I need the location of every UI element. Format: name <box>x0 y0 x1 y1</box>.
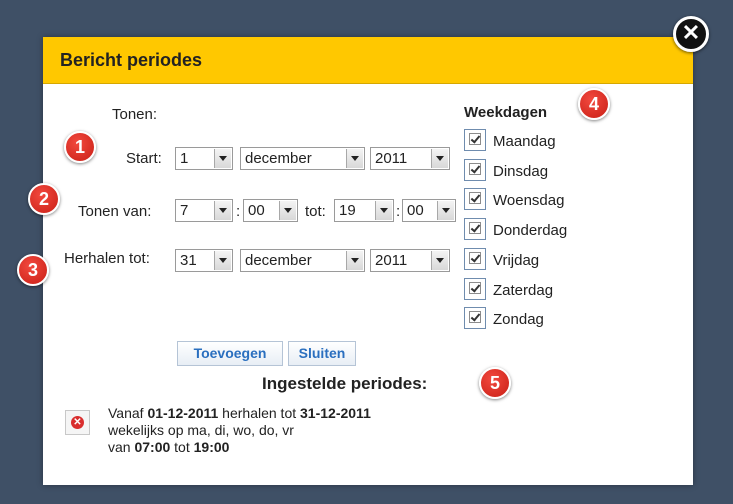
time-colon: : <box>396 203 401 220</box>
period-item: Vanaf 01-12-2011 herhalen tot 31-12-2011… <box>108 405 371 456</box>
period-tot: tot <box>174 439 190 455</box>
step-badge-1: 1 <box>64 131 96 163</box>
zondag-checkbox[interactable] <box>464 307 486 329</box>
chevron-down-icon <box>431 149 448 168</box>
toevoegen-button[interactable]: Toevoegen <box>177 341 283 366</box>
period-line-2: wekelijks op ma, di, wo, do, vr <box>108 422 294 438</box>
period-line-3: van 07:00 tot 19:00 <box>108 439 371 456</box>
start-month-value: december <box>245 150 312 167</box>
weekday-label: Zondag <box>493 311 544 328</box>
period-end-date: 31-12-2011 <box>300 405 371 421</box>
chevron-down-icon <box>214 251 231 270</box>
repeat-month-value: december <box>245 252 312 269</box>
chevron-down-icon <box>214 201 231 220</box>
step-badge-2: 2 <box>28 183 60 215</box>
chevron-down-icon <box>279 201 296 220</box>
woensdag-checkbox[interactable] <box>464 188 486 210</box>
weekday-label: Maandag <box>493 133 556 150</box>
delete-period-button[interactable]: ✕ <box>65 410 90 435</box>
from-hour-value: 7 <box>180 202 189 219</box>
maandag-checkbox[interactable] <box>464 129 486 151</box>
weekday-label: Woensdag <box>493 192 565 209</box>
vrijdag-checkbox[interactable] <box>464 248 486 270</box>
dialog-header: Bericht periodes <box>43 37 693 84</box>
ingestelde-periodes-heading: Ingestelde periodes: <box>262 374 428 393</box>
repeat-year-select[interactable]: 2011 <box>370 249 450 272</box>
period-start-date: 01-12-2011 <box>147 405 219 421</box>
donderdag-checkbox[interactable] <box>464 218 486 240</box>
chevron-down-icon <box>214 149 231 168</box>
dinsdag-checkbox[interactable] <box>464 159 486 181</box>
step-badge-4: 4 <box>578 88 610 120</box>
herhalen-tot-label: Herhalen tot: <box>64 250 150 267</box>
sluiten-button[interactable]: Sluiten <box>288 341 356 366</box>
start-day-select[interactable]: 1 <box>175 147 233 170</box>
step-badge-3: 3 <box>17 254 49 286</box>
to-hour-value: 19 <box>339 202 356 219</box>
chevron-down-icon <box>346 149 363 168</box>
repeat-day-value: 31 <box>180 252 197 269</box>
start-day-value: 1 <box>180 150 189 167</box>
to-minute-value: 00 <box>407 202 424 219</box>
period-time-from: 07:00 <box>134 439 171 455</box>
chevron-down-icon <box>437 201 454 220</box>
repeat-day-select[interactable]: 31 <box>175 249 233 272</box>
start-month-select[interactable]: december <box>240 147 365 170</box>
period-prefix: Vanaf <box>108 405 144 421</box>
period-line-1: Vanaf 01-12-2011 herhalen tot 31-12-2011 <box>108 405 371 422</box>
period-van: van <box>108 439 131 455</box>
from-hour-select[interactable]: 7 <box>175 199 233 222</box>
weekday-label: Dinsdag <box>493 163 549 180</box>
chevron-down-icon <box>346 251 363 270</box>
tonen-label: Tonen: <box>112 106 158 123</box>
to-hour-select[interactable]: 19 <box>334 199 394 222</box>
repeat-month-select[interactable]: december <box>240 249 365 272</box>
tonen-van-label: Tonen van: <box>78 203 152 220</box>
weekday-label: Vrijdag <box>493 252 540 269</box>
start-year-value: 2011 <box>375 150 408 167</box>
weekdagen-heading: Weekdagen <box>464 104 548 121</box>
dialog-title: Bericht periodes <box>60 50 203 70</box>
weekday-label: Donderdag <box>493 222 568 239</box>
start-year-select[interactable]: 2011 <box>370 147 450 170</box>
tot-label: tot: <box>305 203 326 220</box>
from-minute-value: 00 <box>248 202 265 219</box>
close-icon[interactable]: ✕ <box>673 16 709 52</box>
close-icon: ✕ <box>71 416 84 429</box>
weekday-label: Zaterdag <box>493 282 554 299</box>
period-mid-text: herhalen tot <box>222 405 297 421</box>
from-minute-select[interactable]: 00 <box>243 199 298 222</box>
zaterdag-checkbox[interactable] <box>464 278 486 300</box>
step-badge-5: 5 <box>479 367 511 399</box>
time-colon: : <box>236 203 241 220</box>
chevron-down-icon <box>431 251 448 270</box>
start-label: Start: <box>126 150 162 167</box>
period-time-to: 19:00 <box>193 439 230 455</box>
to-minute-select[interactable]: 00 <box>402 199 456 222</box>
repeat-year-value: 2011 <box>375 252 408 269</box>
chevron-down-icon <box>375 201 392 220</box>
